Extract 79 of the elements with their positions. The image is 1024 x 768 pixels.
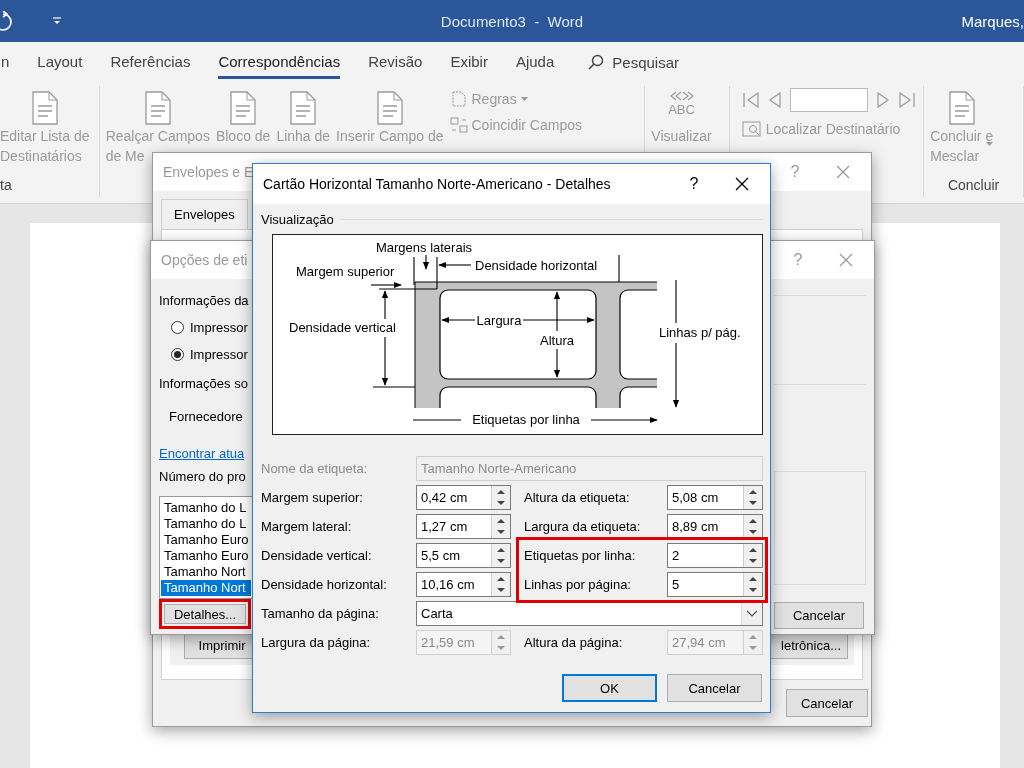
cancel-button[interactable]: Cancelar <box>774 602 864 629</box>
group-label: ta <box>0 177 12 193</box>
radio-label[interactable]: Impressor <box>190 320 248 335</box>
list-item[interactable]: Tamanho do L <box>161 500 251 516</box>
diagram-label: Margem superior <box>296 264 395 279</box>
ribbon-tab[interactable]: Referências <box>110 45 191 79</box>
field-label: Tamanho da página: <box>261 606 380 621</box>
field-label: Fornecedore <box>168 409 244 424</box>
diagram-label: Linhas p/ pág. <box>659 325 741 340</box>
ribbon-tab[interactable]: Layout <box>37 45 83 79</box>
match-fields-icon <box>449 116 468 134</box>
section-label: Número do pro <box>159 469 247 484</box>
close-icon <box>735 177 749 191</box>
field-label: Densidade horizontal: <box>261 577 388 592</box>
spin-field[interactable]: 5 <box>667 572 763 597</box>
close-icon <box>839 253 853 267</box>
spin-field[interactable]: 0,42 cm <box>416 485 511 510</box>
field-label: Etiquetas por linha: <box>524 548 637 563</box>
spin-field[interactable]: 5,08 cm <box>667 485 763 510</box>
chevron-down-icon <box>746 609 758 618</box>
diagram-label: Etiquetas por linha <box>472 412 580 427</box>
radio-label[interactable]: Impressor <box>190 347 248 362</box>
ribbon-tab[interactable]: Revisão <box>368 45 423 79</box>
group-label: Concluir <box>947 177 1000 193</box>
search-button[interactable]: Pesquisar <box>588 53 679 71</box>
field-label: Nome da etiqueta: <box>261 461 369 476</box>
dialog-title: Envelopes e E <box>163 164 254 180</box>
spin-field[interactable]: 5,5 cm <box>416 543 511 568</box>
section-label: Informações da <box>159 293 250 308</box>
radio-button[interactable] <box>171 348 184 361</box>
field-label: Linhas por página: <box>524 577 632 592</box>
radio-button[interactable] <box>171 321 184 334</box>
help-button[interactable]: ? <box>674 175 714 193</box>
spin-field[interactable]: 1,27 cm <box>416 514 511 539</box>
field-label: Largura da etiqueta: <box>524 519 642 534</box>
field-label: Margem superior: <box>261 490 364 505</box>
list-item[interactable]: Tamanho Nort <box>161 580 251 596</box>
field-label: Altura da etiqueta: <box>524 490 631 505</box>
caret-icon <box>520 97 528 101</box>
preview-badge-text: ABC <box>668 102 695 119</box>
diagram-label: Largura <box>476 313 522 328</box>
list-item[interactable]: Tamanho Nort <box>161 564 251 580</box>
user-name[interactable]: Marques, <box>961 12 1024 30</box>
ribbon-tab[interactable]: Correspondências <box>218 45 341 79</box>
diagram-label: Margens laterais <box>375 240 473 255</box>
dialog-button[interactable]: OK <box>562 674 657 702</box>
dialog-title: Cartão Horizontal Tamanho Norte-Americano - Detalhes <box>263 176 611 192</box>
list-item[interactable]: Tamanho Euro <box>161 532 251 548</box>
field-label: Largura da página: <box>261 635 372 650</box>
dropdown-field[interactable]: Carta <box>416 601 763 626</box>
spin-field[interactable]: 2 <box>667 543 763 568</box>
cancel-button[interactable]: Cancelar <box>786 689 868 717</box>
dialog-tab[interactable]: Envelopes <box>161 199 248 229</box>
rules-icon <box>449 90 468 108</box>
ribbon-tab[interactable]: Ajuda <box>515 45 555 79</box>
field-label: Densidade vertical: <box>261 548 373 563</box>
window-title: Documento3 - Word <box>440 12 584 30</box>
diagram-label: Altura <box>540 333 574 348</box>
close-icon <box>836 165 850 179</box>
ribbon-tab[interactable]: n <box>1 45 10 79</box>
diagram-label: Densidade vertical <box>289 320 396 335</box>
section-label: Informações so <box>159 376 249 391</box>
dialog-title: Opções de eti <box>161 252 248 268</box>
details-button[interactable]: Detalhes... <box>159 599 251 629</box>
search-icon <box>588 54 605 70</box>
field-label: Margem lateral: <box>261 519 353 534</box>
list-item[interactable]: Tamanho do L <box>161 516 251 532</box>
find-recipient-icon <box>741 120 762 138</box>
list-item[interactable]: Tamanho Euro <box>161 548 251 564</box>
diagram-label: Densidade horizontal <box>475 258 598 273</box>
field-label: Altura da página: <box>524 635 624 650</box>
list-box[interactable]: Tamanho do L Tamanho do L Tamanho Euro Tamanho Euro Tamanho Nort Tamanho Nort <box>159 496 253 599</box>
ribbon-tab[interactable]: Exibir <box>450 45 488 79</box>
customize-toolbar-icon[interactable] <box>52 16 62 26</box>
section-label: Visualização <box>261 212 334 227</box>
caret-icon <box>986 142 994 146</box>
spin-field[interactable]: 8,89 cm <box>667 514 763 539</box>
dialog-button[interactable]: Cancelar <box>667 674 762 702</box>
spin-field[interactable]: 10,16 cm <box>416 572 511 597</box>
